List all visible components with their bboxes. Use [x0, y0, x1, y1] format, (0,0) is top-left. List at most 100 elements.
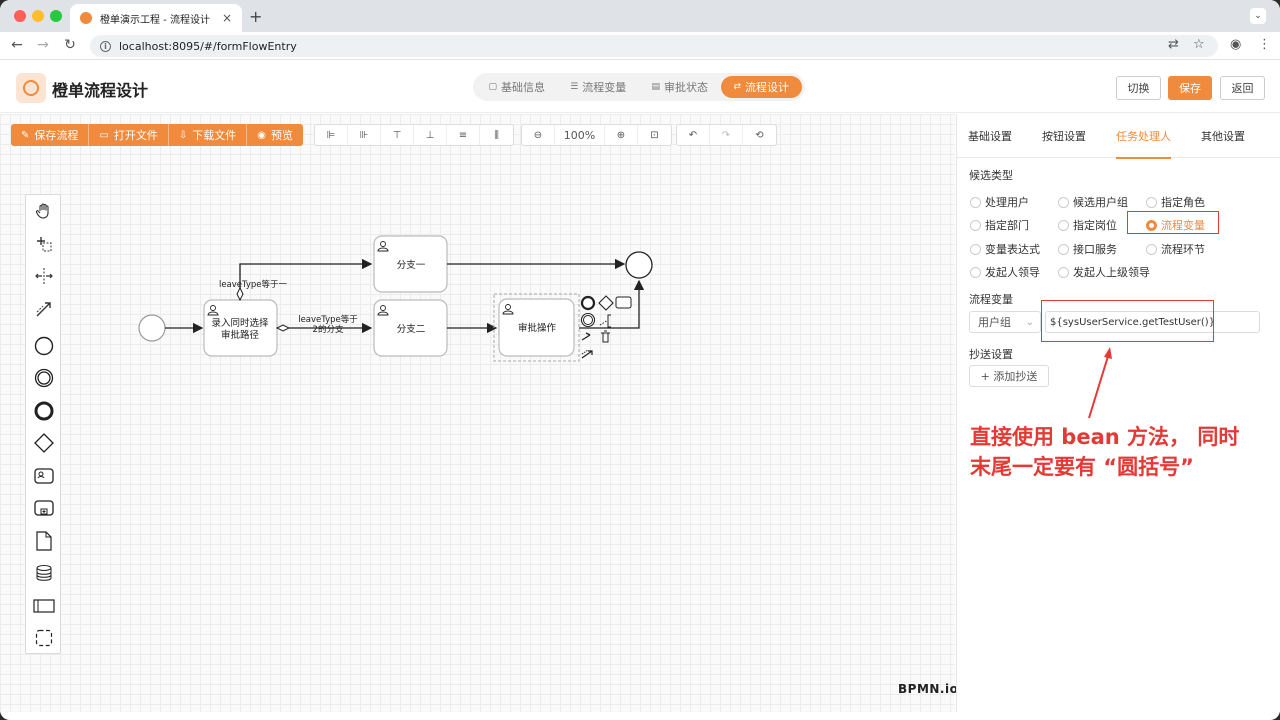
tab-button-settings[interactable]: 按钮设置 [1031, 114, 1097, 158]
candidate-type-label: 候选类型 [969, 169, 1013, 182]
back-app-button[interactable]: 返回 [1220, 76, 1265, 100]
tab-basic-settings[interactable]: 基础设置 [957, 114, 1023, 158]
tab-task-assignee[interactable]: 任务处理人 [1105, 114, 1182, 159]
radio-api-service[interactable]: 接口服务 [1058, 241, 1117, 257]
radio-circle [970, 219, 981, 231]
radio-flow-node[interactable]: 流程环节 [1146, 241, 1205, 257]
close-window-button[interactable] [14, 10, 26, 22]
flow-variable-label: 流程变量 [969, 293, 1013, 306]
append-task-icon[interactable] [615, 296, 632, 309]
append-end-event-icon[interactable] [580, 295, 596, 311]
browser-tab-bar: 橙单演示工程 - 流程设计 × + ⌄ [0, 0, 1280, 32]
highlight-box-input [1041, 300, 1214, 342]
bpmn-io-watermark[interactable]: BPMN.io [898, 682, 958, 696]
url-text: localhost:8095/#/formFlowEntry [119, 39, 297, 53]
tab-search-button[interactable]: ⌄ [1250, 8, 1266, 24]
radio-label: 发起人领导 [985, 266, 1040, 279]
switch-button[interactable]: 切换 [1116, 76, 1161, 100]
app-logo [16, 73, 46, 103]
radio-expression[interactable]: 变量表达式 [970, 241, 1040, 257]
reload-button[interactable]: ↻ [61, 37, 79, 53]
condition-marker [275, 324, 291, 332]
radio-circle [1146, 243, 1157, 255]
panel-tabs: 基础设置 按钮设置 任务处理人 其他设置 [957, 114, 1280, 159]
form-icon: ▢ [488, 82, 497, 92]
connect-icon[interactable] [581, 350, 593, 359]
tab-other-settings[interactable]: 其他设置 [1190, 114, 1256, 158]
flow-label-top: leaveType等于一 [219, 279, 288, 290]
end-event[interactable] [625, 251, 653, 279]
browser-tab[interactable]: 橙单演示工程 - 流程设计 × [70, 4, 242, 32]
browser-window: 橙单演示工程 - 流程设计 × + ⌄ ← → ↻ i localhost:80… [0, 0, 1280, 720]
radio-label: 变量表达式 [985, 243, 1040, 256]
browser-menu-icon[interactable]: ⋮ [1258, 37, 1271, 52]
variable-type-select[interactable]: 用户组 ⌄ [969, 311, 1041, 333]
translate-icon[interactable]: ⇄ [1168, 37, 1179, 52]
radio-circle [970, 243, 981, 255]
swap-icon: ⇄ [733, 82, 742, 92]
annotation-line-1: 直接使用 bean 方法， 同时 [970, 425, 1240, 449]
site-info-icon[interactable]: i [100, 40, 111, 52]
step-switcher: ▢ 基础信息 ☰ 流程变量 ▤ 审批状态 ⇄ 流程设计 [473, 73, 805, 101]
delete-icon[interactable] [601, 330, 610, 343]
step-label: 审批状态 [664, 81, 708, 94]
append-gateway-icon[interactable] [598, 295, 614, 311]
radio-label: 指定部门 [985, 219, 1029, 232]
context-pad [580, 295, 632, 359]
task-approve-label: 审批操作 [518, 322, 557, 334]
bookmark-icon[interactable]: ☆ [1193, 37, 1205, 52]
back-button[interactable]: ← [8, 37, 26, 53]
radio-candidate-group[interactable]: 候选用户组 [1058, 194, 1128, 210]
radio-label: 指定角色 [1161, 196, 1205, 209]
document-icon: ▤ [651, 82, 660, 92]
radio-role[interactable]: 指定角色 [1146, 194, 1205, 210]
bpmn-canvas[interactable]: ✎ 保存流程 ▭ 打开文件 ⇩ 下载文件 ◉ 预览 ⊫ ⊪ ⊤ ⊥ ≡ ⫼ ⊖ 100%… [0, 114, 958, 712]
step-approval-status[interactable]: ▤ 审批状态 [639, 76, 721, 98]
cc-settings-label: 抄送设置 [969, 348, 1013, 361]
flow-label-mid-2: 2的分支 [313, 324, 344, 335]
select-value: 用户组 [978, 316, 1011, 329]
radio-label: 指定岗位 [1073, 219, 1117, 232]
save-button[interactable]: 保存 [1168, 76, 1212, 100]
forward-button[interactable]: → [34, 37, 52, 53]
step-label: 基础信息 [501, 81, 545, 94]
chevron-down-icon: ⌄ [1025, 316, 1034, 328]
list-icon: ☰ [570, 82, 579, 92]
radio-circle [970, 196, 981, 208]
new-tab-button[interactable]: + [249, 7, 262, 26]
page-title: 橙单流程设计 [52, 81, 149, 100]
radio-initiator-upper-leader[interactable]: 发起人上级领导 [1058, 264, 1150, 280]
radio-circle [1146, 196, 1157, 208]
radio-circle [1058, 196, 1069, 208]
radio-initiator-leader[interactable]: 发起人领导 [970, 264, 1040, 280]
minimize-window-button[interactable] [32, 10, 44, 22]
start-event[interactable] [138, 314, 166, 342]
task-branch-1-label: 分支一 [397, 259, 426, 271]
radio-department[interactable]: 指定部门 [970, 217, 1029, 233]
step-flow-design[interactable]: ⇄ 流程设计 [720, 76, 802, 98]
profile-icon[interactable]: ◉ [1230, 37, 1241, 52]
append-annotation-icon[interactable] [599, 319, 609, 326]
radio-post[interactable]: 指定岗位 [1058, 217, 1117, 233]
task-entry-label-1: 录入同时选择 [211, 317, 269, 329]
task-entry-label-2: 审批路径 [221, 329, 260, 341]
add-cc-button[interactable]: + 添加抄送 [969, 365, 1049, 387]
wrench-icon[interactable] [581, 332, 591, 341]
address-toolbar: ← → ↻ i localhost:8095/#/formFlowEntry ⇄… [0, 32, 1280, 60]
maximize-window-button[interactable] [50, 10, 62, 22]
radio-circle [1058, 266, 1069, 278]
radio-label: 流程环节 [1161, 243, 1205, 256]
radio-handle-user[interactable]: 处理用户 [970, 194, 1029, 210]
radio-label: 处理用户 [985, 196, 1029, 209]
radio-label: 候选用户组 [1073, 196, 1128, 209]
favicon-icon [80, 12, 92, 24]
radio-circle [1058, 243, 1069, 255]
red-annotation: 直接使用 bean 方法， 同时 末尾一定要有 “圆括号” [970, 422, 1270, 482]
step-basic-info[interactable]: ▢ 基础信息 [476, 76, 558, 98]
annotation-line-2: 末尾一定要有 “圆括号” [970, 455, 1194, 479]
tab-close-icon[interactable]: × [222, 11, 232, 25]
radio-circle [970, 266, 981, 278]
radio-label: 接口服务 [1073, 243, 1117, 256]
step-flow-variables[interactable]: ☰ 流程变量 [558, 76, 640, 98]
address-bar[interactable]: i localhost:8095/#/formFlowEntry [90, 35, 1218, 57]
